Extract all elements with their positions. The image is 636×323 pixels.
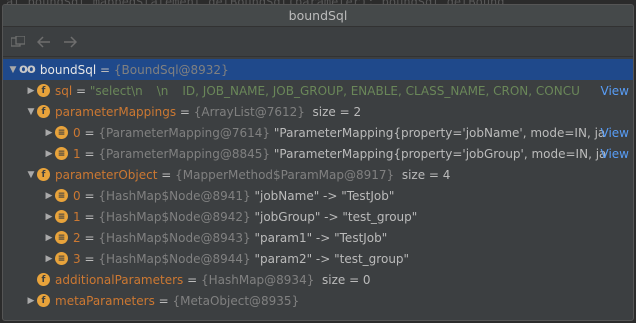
item-ref: {HashMap$Node@8943}	[98, 230, 251, 245]
var-name: boundSql	[39, 62, 97, 77]
field-icon: ≡	[55, 210, 68, 223]
item-index: 0	[73, 125, 81, 140]
tree-row-po-3[interactable]: ▶ ≡ 3 = {HashMap$Node@8944} "param2" -> …	[3, 248, 633, 269]
item-index: 2	[73, 230, 81, 245]
collapse-arrow-icon[interactable]: ▼	[25, 107, 37, 117]
tree-row-parameterobject[interactable]: ▼ f parameterObject = {MapperMethod$Para…	[3, 164, 633, 185]
item-index: 3	[73, 251, 81, 266]
item-value: "jobGroup" -> "test_group"	[254, 209, 418, 224]
expand-arrow-icon[interactable]: ▶	[43, 191, 55, 201]
tree-row-sql[interactable]: ▶ f sql = "select\n \n ID, JOB_NAME, JOB…	[3, 80, 633, 101]
expand-arrow-icon[interactable]: ▶	[43, 233, 55, 243]
item-index: 1	[73, 146, 81, 161]
popup-title: boundSql	[3, 5, 633, 27]
var-name: sql	[55, 83, 73, 98]
item-ref: {HashMap$Node@8942}	[98, 209, 251, 224]
var-ref: {MetaObject@8935}	[172, 293, 300, 308]
expand-arrow-icon[interactable]: ▶	[25, 86, 37, 96]
forward-arrow-icon[interactable]	[61, 33, 79, 51]
expand-arrow-icon[interactable]: ▶	[25, 296, 37, 306]
field-icon: f	[37, 105, 50, 118]
tree-row-po-0[interactable]: ▶ ≡ 0 = {HashMap$Node@8941} "jobName" ->…	[3, 185, 633, 206]
tree-row-parametermappings[interactable]: ▼ f parameterMappings = {ArrayList@7612}…	[3, 101, 633, 122]
expand-arrow-icon[interactable]: ▶	[43, 128, 55, 138]
var-name: parameterMappings	[55, 104, 177, 119]
expand-arrow-icon[interactable]: ▶	[43, 254, 55, 264]
var-name: parameterObject	[55, 167, 158, 182]
view-link[interactable]: View	[601, 147, 629, 161]
item-ref: {HashMap$Node@8941}	[98, 188, 251, 203]
item-value: "param1" -> "TestJob"	[254, 230, 388, 245]
var-ref: {HashMap@8934}	[200, 272, 315, 287]
sql-value-rest: ID, JOB_NAME, JOB_GROUP, ENABLE, CLASS_N…	[182, 83, 580, 98]
expression-icon[interactable]	[9, 33, 27, 51]
var-size: size = 4	[401, 167, 451, 182]
field-icon: ≡	[55, 252, 68, 265]
var-size: size = 2	[312, 104, 362, 119]
sql-value-newline: \n	[156, 83, 169, 98]
var-name: additionalParameters	[55, 272, 184, 287]
popup-toolbar	[3, 27, 633, 57]
item-ref: {ParameterMapping@8845}	[98, 146, 271, 161]
field-icon: ≡	[55, 231, 68, 244]
expand-arrow-icon[interactable]: ▶	[43, 149, 55, 159]
expand-arrow-icon[interactable]: ▶	[43, 212, 55, 222]
watch-icon: oo	[19, 62, 36, 77]
field-icon: f	[37, 273, 50, 286]
collapse-arrow-icon[interactable]: ▼	[7, 65, 19, 75]
tree-row-additionalparameters[interactable]: f additionalParameters = {HashMap@8934} …	[3, 269, 633, 290]
tree-row-po-1[interactable]: ▶ ≡ 1 = {HashMap$Node@8942} "jobGroup" -…	[3, 206, 633, 227]
item-index: 1	[73, 209, 81, 224]
item-ref: {HashMap$Node@8944}	[98, 251, 251, 266]
item-index: 0	[73, 188, 81, 203]
sql-value-prefix: "select\n	[89, 83, 143, 98]
item-value: "jobName" -> "TestJob"	[254, 188, 395, 203]
var-ref: {MapperMethod$ParamMap@8917}	[175, 167, 395, 182]
tree-row-pm-0[interactable]: ▶ ≡ 0 = {ParameterMapping@7614} "Paramet…	[3, 122, 633, 143]
evaluate-popup: boundSql ▼ oo boundSql = {BoundSql@8932}…	[2, 4, 634, 321]
var-ref: {BoundSql@8932}	[113, 62, 229, 77]
field-icon: f	[37, 294, 50, 307]
tree-row-po-2[interactable]: ▶ ≡ 2 = {HashMap$Node@8943} "param1" -> …	[3, 227, 633, 248]
tree-row-pm-1[interactable]: ▶ ≡ 1 = {ParameterMapping@8845} "Paramet…	[3, 143, 633, 164]
tree-row-boundsql[interactable]: ▼ oo boundSql = {BoundSql@8932}	[3, 59, 633, 80]
item-ref: {ParameterMapping@7614}	[98, 125, 271, 140]
var-size: size = 0	[321, 272, 371, 287]
item-value: "ParameterMapping{property='jobGroup', m…	[273, 146, 607, 161]
field-icon: ≡	[55, 147, 68, 160]
var-ref: {ArrayList@7612}	[193, 104, 305, 119]
field-icon: f	[37, 84, 50, 97]
field-icon: f	[37, 168, 50, 181]
view-link[interactable]: View	[601, 84, 629, 98]
item-value: "ParameterMapping{property='jobName', mo…	[273, 125, 606, 140]
view-link[interactable]: View	[601, 126, 629, 140]
item-value: "param2" -> "test_group"	[254, 251, 410, 266]
tree-row-metaparameters[interactable]: ▶ f metaParameters = {MetaObject@8935}	[3, 290, 633, 311]
field-icon: ≡	[55, 126, 68, 139]
back-arrow-icon[interactable]	[35, 33, 53, 51]
variables-tree: ▼ oo boundSql = {BoundSql@8932} ▶ f sql …	[3, 57, 633, 311]
var-name: metaParameters	[55, 293, 155, 308]
collapse-arrow-icon[interactable]: ▼	[25, 170, 37, 180]
field-icon: ≡	[55, 189, 68, 202]
